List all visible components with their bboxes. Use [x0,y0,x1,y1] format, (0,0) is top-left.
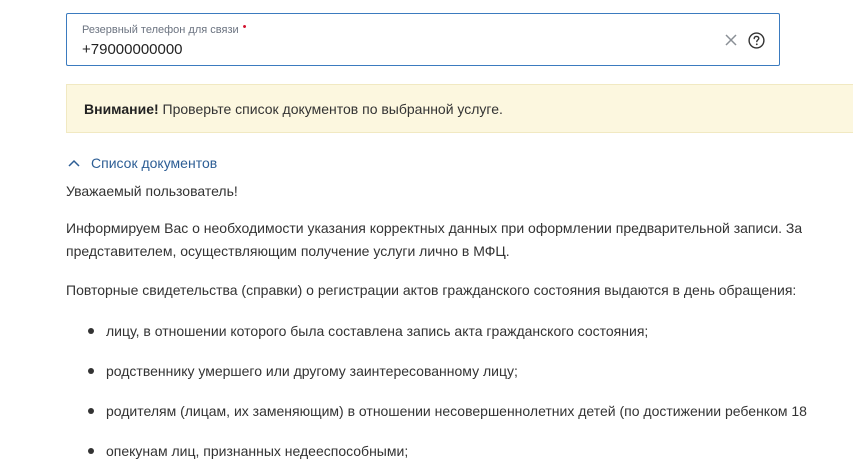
list-item-text: родителям (лицам, их заменяющим) в отнош… [106,403,807,419]
greeting-text: Уважаемый пользователь! [66,183,238,199]
notice-message: Проверьте список документов по выбранной… [158,101,503,117]
backup-phone-label: Резервный телефон для связи • [82,21,247,36]
backup-phone-label-text: Резервный телефон для связи [82,24,239,36]
list-item-text: опекунам лиц, признанных недееспособными… [106,443,409,459]
info-text-line-1: Информируем Вас о необходимости указания… [66,220,803,236]
bullet [88,448,94,454]
list-item-text: родственнику умершего или другому заинте… [106,363,518,379]
documents-list-label: Список документов [91,155,218,171]
list-item: родственнику умершего или другому заинте… [88,359,518,383]
list-item-text: лицу, в отношении которого была составле… [106,323,649,339]
backup-phone-field[interactable]: Резервный телефон для связи • +7900000000… [66,13,780,66]
list-item: опекунам лиц, признанных недееспособными… [88,439,408,463]
page: Резервный телефон для связи • +7900000000… [0,0,853,466]
repeat-certificates-intro: Повторные свидетельства (справки) о реги… [66,282,797,298]
question-circle-icon[interactable] [748,32,765,49]
documents-list-toggle[interactable]: Список документов [68,154,217,172]
chevron-up-icon [68,159,80,167]
attention-notice: Внимание! Проверьте список документов по… [66,84,853,133]
backup-phone-input[interactable]: +79000000000 [82,41,183,58]
bullet [88,408,94,414]
info-text-line-2: представителем, осуществляющим получение… [66,243,510,259]
bullet [88,368,94,374]
notice-text: Внимание! Проверьте список документов по… [84,101,503,117]
required-mark: • [242,21,247,33]
list-item: лицу, в отношении которого была составле… [88,319,648,343]
close-icon[interactable] [723,32,739,48]
list-item: родителям (лицам, их заменяющим) в отнош… [88,399,807,423]
notice-strong: Внимание! [84,101,159,117]
bullet [88,328,94,334]
